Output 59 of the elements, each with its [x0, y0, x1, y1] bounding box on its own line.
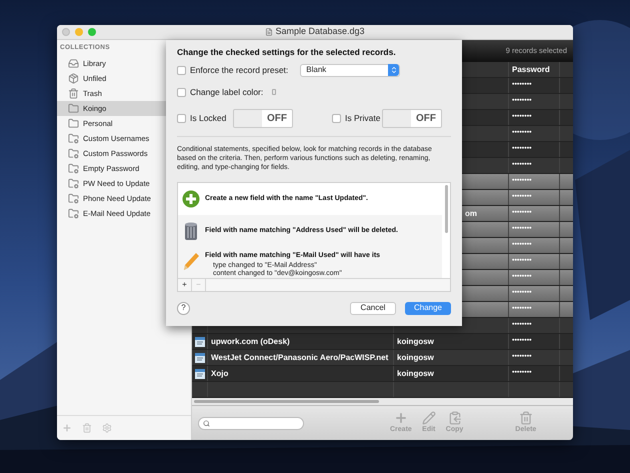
- gear-folder-icon: [68, 208, 79, 219]
- folder-icon: [68, 118, 79, 129]
- option-label: Is Private: [345, 112, 380, 125]
- search-field[interactable]: [198, 416, 304, 430]
- checkbox[interactable]: [177, 66, 186, 75]
- plus-icon[interactable]: [62, 423, 72, 433]
- gear-folder-icon: [68, 192, 79, 204]
- tray-icon: [68, 58, 79, 69]
- scrollbar[interactable]: [194, 400, 379, 403]
- table-cell: upwork.com (oDesk): [211, 336, 290, 348]
- option-label: Is Locked: [190, 112, 226, 125]
- help-button[interactable]: ?: [177, 302, 190, 315]
- plus-icon: [182, 190, 200, 208]
- record-icon: [194, 368, 204, 378]
- table-cell: Xojo: [211, 368, 228, 380]
- checkbox[interactable]: [177, 88, 186, 97]
- pencil-icon: [182, 251, 200, 272]
- toggle-switch[interactable]: OFF: [382, 108, 442, 128]
- close-button[interactable]: [62, 28, 70, 36]
- preset-select[interactable]: Blank: [300, 64, 400, 77]
- table-cell: WestJet Connect/Panasonic Aero/PacWISP.net: [211, 352, 388, 364]
- document-icon: [265, 28, 274, 36]
- table-cell: om: [465, 208, 477, 220]
- table-cell: koingosw: [397, 368, 434, 380]
- record-icon: [194, 352, 204, 362]
- trash-icon: [68, 88, 79, 99]
- color-swatch[interactable]: [272, 89, 276, 96]
- gear-folder-icon: [68, 162, 79, 174]
- plus-icon: [394, 410, 408, 425]
- checkbox[interactable]: [177, 114, 186, 123]
- gear-folder-icon: [68, 148, 79, 159]
- gear-folder-icon: [68, 178, 79, 189]
- trash-icon[interactable]: [82, 423, 92, 433]
- box-icon: [68, 72, 79, 84]
- checkbox[interactable]: [332, 114, 341, 123]
- dialog-button[interactable]: Cancel: [350, 302, 396, 315]
- option-label: Change label color:: [190, 86, 264, 99]
- zoom-button[interactable]: [88, 28, 96, 36]
- column-heading[interactable]: Password: [509, 62, 560, 77]
- record-icon: [194, 336, 204, 346]
- minimize-button[interactable]: [75, 28, 83, 36]
- trash-icon: [518, 410, 533, 425]
- table-cell: koingosw: [397, 336, 434, 348]
- table-cell: koingosw: [397, 352, 434, 364]
- table-row[interactable]: [192, 382, 573, 398]
- pencil-icon: [422, 410, 436, 425]
- toggle-switch[interactable]: OFF: [233, 108, 293, 128]
- search-icon: [203, 420, 210, 426]
- scrollbar[interactable]: [445, 184, 448, 233]
- window-title: Sample Database.dg3: [275, 25, 365, 38]
- stepper-icon: [390, 66, 398, 74]
- trash-can-icon: [184, 222, 198, 242]
- gear-folder-icon: [68, 132, 79, 144]
- add-button[interactable]: +: [178, 278, 192, 291]
- folder-icon: [68, 102, 79, 114]
- clipboard-icon: [448, 410, 462, 425]
- option-label: Enforce the record preset:: [190, 64, 288, 77]
- sheet-heading: Change the checked settings for the selected records.: [177, 46, 397, 59]
- settings-icon[interactable]: [102, 423, 112, 433]
